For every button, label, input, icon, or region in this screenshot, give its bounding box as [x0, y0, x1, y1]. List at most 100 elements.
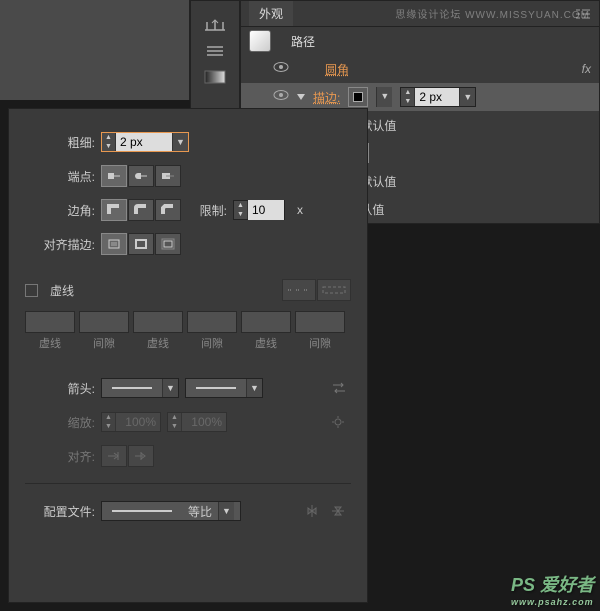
profile-select[interactable]: 等比 ▼: [101, 501, 241, 521]
path-label: 路径: [291, 33, 315, 50]
dash-input-3[interactable]: [241, 311, 291, 333]
dropdown-icon[interactable]: ▼: [218, 502, 234, 520]
stroke-weight-input[interactable]: [415, 88, 459, 106]
weight-field[interactable]: ▲▼ ▼: [101, 132, 189, 152]
corner-row: 边角: 限制: ▲▼ x: [25, 193, 351, 227]
stroke-weight-field[interactable]: ▲▼ ▼: [400, 87, 476, 107]
corner-buttons: [101, 199, 181, 221]
align-stroke-row: 对齐描边:: [25, 227, 351, 261]
dropdown-icon[interactable]: ▼: [172, 133, 188, 151]
align-arrow-end-button[interactable]: [128, 445, 154, 467]
limit-input[interactable]: [248, 200, 284, 220]
gap-input-2[interactable]: [187, 311, 237, 333]
watermark-top: 思缘设计论坛 WWW.MISSYUAN.COM: [395, 6, 590, 21]
scale-end-input[interactable]: [182, 415, 226, 429]
corner-bevel-button[interactable]: [155, 199, 181, 221]
dash-preserve-button[interactable]: [282, 279, 316, 301]
scale-label: 缩放:: [25, 414, 95, 431]
spinner-icon[interactable]: ▲▼: [102, 413, 116, 431]
gap-label: 间隙: [187, 335, 237, 351]
dashed-checkbox[interactable]: [25, 284, 38, 297]
stroke-options-popup: 粗细: ▲▼ ▼ 端点: 边角: 限制: ▲▼ x 对齐描边:: [8, 108, 368, 603]
visibility-eye-icon[interactable]: [273, 61, 289, 77]
scale-row: 缩放: ▲▼ ▲▼: [25, 405, 351, 439]
weight-input[interactable]: [116, 133, 172, 151]
arrow-start-select[interactable]: ▼: [101, 378, 179, 398]
align-arrow-buttons: [101, 445, 154, 467]
panel-tab-appearance[interactable]: 外观: [249, 1, 293, 26]
scale-end-field[interactable]: ▲▼: [167, 412, 227, 432]
link-scale-icon[interactable]: [331, 415, 351, 429]
limit-label: 限制:: [187, 202, 227, 219]
gap-input-3[interactable]: [295, 311, 345, 333]
rounded-corners-link[interactable]: 圆角: [325, 61, 349, 78]
dash-align-button[interactable]: [317, 279, 351, 301]
expand-triangle-icon[interactable]: [297, 94, 305, 100]
dropdown-icon[interactable]: ▼: [162, 379, 178, 397]
dash-label: 虚线: [133, 335, 183, 351]
dash-input-1[interactable]: [25, 311, 75, 333]
flip-horizontal-icon[interactable]: [305, 504, 325, 518]
canvas-area: [0, 0, 190, 100]
gap-label: 间隙: [79, 335, 129, 351]
stroke-row[interactable]: 描边: ▼ ▲▼ ▼: [241, 83, 599, 111]
profile-label: 配置文件:: [25, 503, 95, 520]
profile-type-label: 等比: [182, 503, 218, 520]
tool-dock: [190, 0, 240, 110]
align-stroke-label: 对齐描边:: [25, 236, 95, 253]
limit-suffix: x: [297, 203, 303, 217]
stroke-link[interactable]: 描边:: [313, 89, 340, 106]
cap-label: 端点:: [25, 168, 95, 185]
stroke-color-swatch[interactable]: [348, 87, 368, 107]
rounded-row: 圆角 fx: [241, 55, 599, 83]
visibility-eye-icon[interactable]: [273, 89, 289, 105]
cap-row: 端点:: [25, 159, 351, 193]
arrow-label: 箭头:: [25, 380, 95, 397]
scale-start-field[interactable]: ▲▼: [101, 412, 161, 432]
spinner-icon[interactable]: ▲▼: [401, 88, 415, 106]
cap-projecting-button[interactable]: [155, 165, 181, 187]
flip-vertical-icon[interactable]: [331, 504, 351, 518]
arrow-end-select[interactable]: ▼: [185, 378, 263, 398]
weight-row: 粗细: ▲▼ ▼: [25, 125, 351, 159]
align-outside-button[interactable]: [155, 233, 181, 255]
align-arrow-label: 对齐:: [25, 448, 95, 465]
divider: [25, 483, 351, 484]
corner-round-button[interactable]: [128, 199, 154, 221]
limit-field[interactable]: ▲▼: [233, 200, 285, 220]
cap-buttons: [101, 165, 181, 187]
cap-butt-button[interactable]: [101, 165, 127, 187]
corner-miter-button[interactable]: [101, 199, 127, 221]
fx-badge[interactable]: fx: [582, 62, 591, 76]
dash-input-2[interactable]: [133, 311, 183, 333]
gap-input-1[interactable]: [79, 311, 129, 333]
watermark-bottom: PS 爱好者 www.psahz.com: [511, 571, 594, 607]
weight-label: 粗细:: [25, 134, 95, 151]
path-thumbnail-icon[interactable]: [249, 30, 271, 52]
gradient-icon[interactable]: [201, 67, 229, 87]
gap-label: 间隙: [295, 335, 345, 351]
ruler-icon[interactable]: [201, 15, 229, 35]
dash-gap-labels: 虚线 间隙 虚线 间隙 虚线 间隙: [25, 335, 351, 351]
dashed-row: 虚线: [25, 273, 351, 307]
align-center-button[interactable]: [101, 233, 127, 255]
align-inside-button[interactable]: [128, 233, 154, 255]
dash-label: 虚线: [241, 335, 291, 351]
swap-arrows-icon[interactable]: [331, 381, 351, 395]
cap-round-button[interactable]: [128, 165, 154, 187]
align-arrow-tip-button[interactable]: [101, 445, 127, 467]
spinner-icon[interactable]: ▲▼: [234, 201, 248, 219]
dropdown-icon[interactable]: ▼: [246, 379, 262, 397]
dash-label: 虚线: [25, 335, 75, 351]
dash-gap-inputs: [25, 311, 351, 333]
profile-row: 配置文件: 等比 ▼: [25, 494, 351, 528]
lines-icon[interactable]: [201, 41, 229, 61]
dashed-label: 虚线: [50, 282, 74, 299]
swatch-dropdown-icon[interactable]: ▼: [376, 87, 392, 107]
scale-start-input[interactable]: [116, 415, 160, 429]
corner-label: 边角:: [25, 202, 95, 219]
spinner-icon[interactable]: ▲▼: [102, 133, 116, 151]
align-stroke-buttons: [101, 233, 181, 255]
dropdown-icon[interactable]: ▼: [459, 88, 475, 106]
spinner-icon[interactable]: ▲▼: [168, 413, 182, 431]
